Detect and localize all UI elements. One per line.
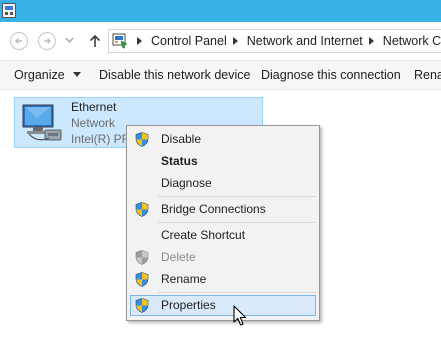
mouse-cursor-icon (233, 305, 247, 326)
menu-item-label: Create Shortcut (161, 228, 246, 242)
breadcrumb-network-connections[interactable]: Network Co (383, 34, 441, 48)
menu-item-label: Disable (161, 132, 202, 146)
forward-arrow-icon (44, 38, 51, 44)
menu-item-label: Status (161, 154, 198, 168)
rename-connection-button[interactable]: Rena (414, 61, 441, 89)
menu-item-status[interactable]: Status (130, 151, 316, 172)
menu-item-label: Properties (161, 298, 216, 312)
disable-device-button[interactable]: Disable this network device (99, 61, 250, 89)
menu-item-create-shortcut[interactable]: Create Shortcut (130, 225, 316, 246)
menu-item-rename[interactable]: Rename (130, 269, 316, 290)
control-panel-icon (112, 33, 128, 49)
chevron-down-icon[interactable] (65, 36, 74, 44)
menu-separator (158, 292, 316, 293)
address-bar[interactable]: Control Panel Network and Internet Netwo… (108, 29, 441, 53)
uac-shield-icon (135, 132, 149, 147)
menu-item-diagnose[interactable]: Diagnose (130, 173, 316, 194)
menu-item-properties[interactable]: Properties (130, 295, 316, 316)
menu-item-disable[interactable]: Disable (130, 129, 316, 150)
diagnose-connection-button[interactable]: Diagnose this connection (261, 61, 401, 89)
forward-button[interactable] (38, 32, 56, 50)
uac-shield-icon (135, 298, 149, 313)
organize-menu-button[interactable]: Organize (14, 61, 81, 89)
menu-item-label: Rename (161, 272, 207, 286)
breadcrumb-control-panel[interactable]: Control Panel (151, 34, 227, 48)
breadcrumb-separator-icon[interactable] (368, 37, 374, 45)
navigation-bar: Control Panel Network and Internet Netwo… (0, 22, 441, 60)
uac-shield-icon (135, 272, 149, 287)
uac-shield-icon (135, 202, 149, 217)
menu-separator (158, 196, 316, 197)
command-toolbar: Organize Disable this network device Dia… (0, 60, 441, 90)
back-button[interactable] (10, 32, 28, 50)
breadcrumb-separator-icon[interactable] (137, 37, 142, 45)
menu-item-label: Diagnose (161, 176, 212, 190)
adapter-device: Intel(R) PR (71, 132, 131, 146)
caret-down-icon (72, 72, 81, 77)
network-adapter-icon (22, 104, 62, 141)
breadcrumb: Control Panel Network and Internet Netwo… (131, 30, 441, 52)
adapter-name: Ethernet (71, 100, 117, 114)
title-bar[interactable] (0, 0, 441, 22)
back-arrow-icon (15, 38, 22, 44)
uac-shield-icon (135, 250, 149, 265)
control-panel-window-icon[interactable] (2, 3, 16, 18)
organize-label: Organize (14, 68, 65, 82)
menu-item-label: Bridge Connections (161, 202, 266, 216)
menu-item-delete[interactable]: Delete (130, 247, 316, 268)
up-arrow-icon[interactable] (86, 32, 104, 50)
breadcrumb-separator-icon[interactable] (232, 37, 238, 45)
adapter-status: Network (71, 116, 116, 130)
breadcrumb-network-and-internet[interactable]: Network and Internet (247, 34, 363, 48)
context-menu: Disable Status Diagnose Bridge Connectio… (126, 125, 320, 321)
menu-separator (158, 222, 316, 223)
menu-item-bridge-connections[interactable]: Bridge Connections (130, 199, 316, 220)
menu-item-label: Delete (161, 250, 196, 264)
